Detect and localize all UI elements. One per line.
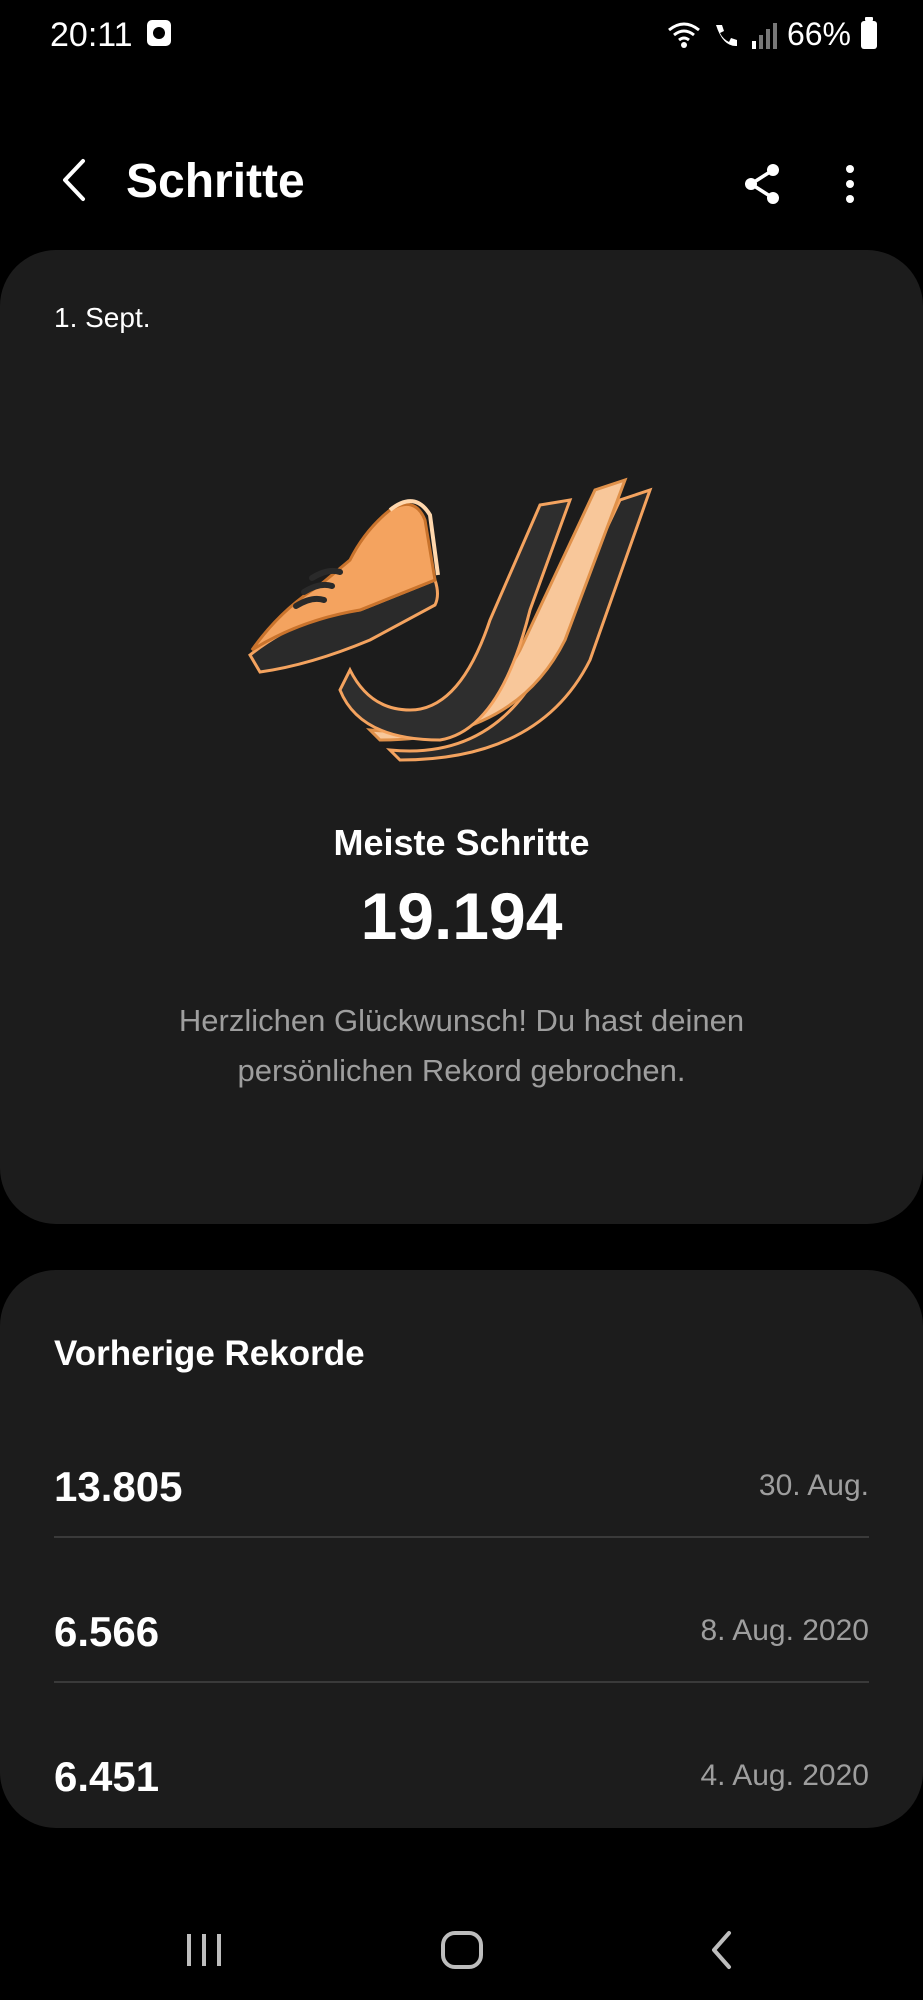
app-bar: Schritte: [0, 130, 923, 230]
previous-records-title: Vorherige Rekorde: [54, 1334, 365, 1373]
more-options-button[interactable]: [820, 154, 880, 214]
record-row: 6.566 8. Aug. 2020: [54, 1560, 869, 1705]
signal-icon: [751, 22, 777, 49]
record-row-value: 13.805: [54, 1463, 183, 1510]
notification-icon: [147, 20, 171, 46]
status-bar: 20:11 66%: [0, 0, 923, 72]
record-value: 19.194: [360, 879, 563, 953]
battery-icon: [861, 16, 877, 49]
nav-back-button[interactable]: [682, 1920, 762, 1980]
record-label: Meiste Schritte: [333, 822, 590, 863]
more-vert-icon: [846, 165, 854, 203]
back-icon: [712, 1931, 731, 1969]
back-button[interactable]: [44, 150, 104, 210]
record-row: 13.805 30. Aug.: [54, 1415, 869, 1560]
wifi-call-icon: [715, 24, 737, 46]
share-button[interactable]: [732, 154, 792, 214]
recents-icon: [187, 1934, 221, 1966]
congratulation-message: Herzlichen Glückwunsch! Du hast deinen p…: [178, 1003, 745, 1088]
home-icon: [441, 1931, 483, 1969]
share-icon: [745, 164, 779, 204]
recents-button[interactable]: [164, 1920, 244, 1980]
record-date: 1. Sept.: [54, 302, 151, 333]
record-row-value: 6.566: [54, 1608, 160, 1655]
record-row: 6.451 4. Aug. 2020: [54, 1705, 869, 1850]
page-title: Schritte: [126, 155, 305, 208]
divider: [54, 1536, 869, 1538]
system-nav-bar: [0, 1900, 923, 2000]
record-row-date: 4. Aug. 2020: [700, 1759, 870, 1792]
home-button[interactable]: [422, 1920, 502, 1980]
divider: [54, 1681, 869, 1683]
back-arrow-icon: [63, 159, 85, 201]
battery-percentage: 66%: [786, 16, 851, 52]
record-row-date: 30. Aug.: [758, 1469, 869, 1502]
wifi-icon: [668, 22, 700, 48]
shoe-trophy-icon: [248, 477, 653, 762]
record-row-value: 6.451: [54, 1753, 160, 1800]
status-icons: 66%: [667, 16, 877, 53]
status-time: 20:11: [50, 16, 133, 54]
previous-records-card: Vorherige Rekorde 13.805 30. Aug. 6.566 …: [0, 1270, 923, 1828]
record-row-date: 8. Aug. 2020: [700, 1614, 870, 1647]
